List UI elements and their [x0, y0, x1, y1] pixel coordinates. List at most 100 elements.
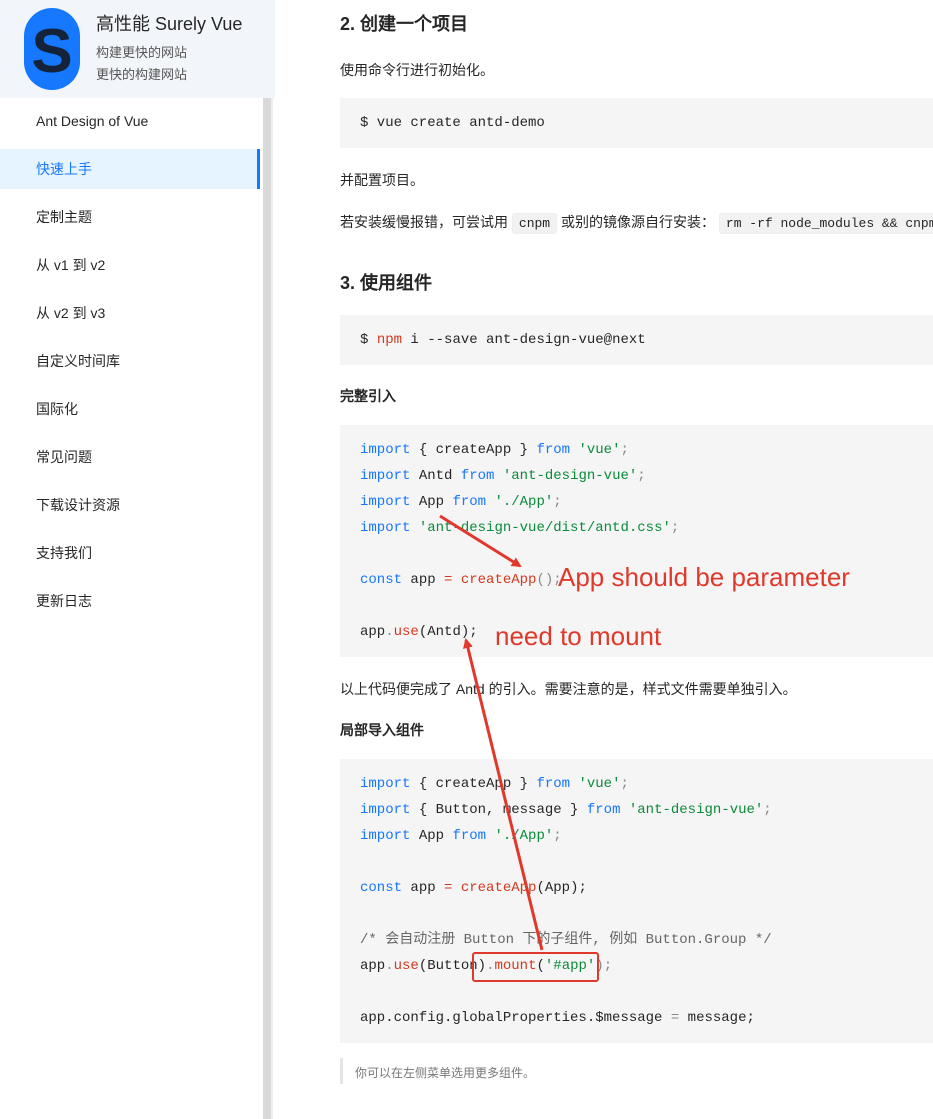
code-line: app.config.globalProperties.$message = m… [360, 1008, 755, 1028]
token: 'ant-design-vue' [628, 802, 764, 818]
token: const [360, 880, 403, 896]
sidebar-scrollbar[interactable] [263, 98, 271, 1119]
code-line: const app = createApp(App); [360, 878, 587, 898]
token: from [460, 468, 495, 484]
code-prompt: $ [360, 332, 377, 348]
token: 'vue' [578, 442, 621, 458]
token: '#app' [544, 958, 596, 974]
token: ; [620, 776, 629, 792]
token: ; [620, 442, 629, 458]
paragraph-full-done: 以上代码便完成了 Antd 的引入。需要注意的是，样式文件需要单独引入。 [340, 681, 797, 697]
heading-use-component: 3. 使用组件 [340, 273, 433, 293]
token: from [586, 802, 621, 818]
token: app [402, 572, 445, 588]
sidebar-divider [271, 98, 273, 1119]
code-line: import Antd from 'ant-design-vue'; [360, 466, 646, 486]
sidebar-item-custom-date-library[interactable]: 自定义时间库 [0, 341, 260, 381]
paragraph-mirror: 若安装缓慢报错，可尝试用 cnpm 或别的镜像源自行安装： rm -rf nod… [340, 212, 933, 234]
surely-vue-logo[interactable]: S [24, 8, 80, 90]
code-line: const app = createApp(); [360, 570, 562, 590]
token: Antd [410, 468, 461, 484]
code-npm: npm [376, 332, 403, 348]
paragraph-config: 并配置项目。 [340, 172, 424, 188]
token: . [385, 624, 394, 640]
code-line: import App from './App'; [360, 492, 562, 512]
token: mount [494, 958, 537, 974]
sidebar-item-faq[interactable]: 常见问题 [0, 437, 260, 477]
token: { createApp } [410, 442, 537, 458]
token: createApp [460, 880, 537, 896]
token: app [360, 958, 386, 974]
sidebar-item-v1-to-v2[interactable]: 从 v1 到 v2 [0, 245, 260, 285]
site-title[interactable]: 高性能 Surely Vue [96, 10, 242, 36]
sidebar-item-quick-start[interactable]: 快速上手 [0, 149, 260, 189]
code-line: app.use(Antd); [360, 622, 478, 642]
token: App [410, 494, 453, 510]
token: (App); [536, 880, 587, 896]
code-line: import App from './App'; [360, 826, 562, 846]
logo-letter: S [31, 17, 72, 86]
code-line: $ npm i --save ant-design-vue@next [360, 330, 646, 350]
sidebar-item-support-us[interactable]: 支持我们 [0, 533, 260, 573]
tip-note-text: 你可以在左侧菜单选用更多组件。 [355, 1066, 536, 1080]
sidebar-item-v2-to-v3[interactable]: 从 v2 到 v3 [0, 293, 260, 333]
token: . [385, 958, 394, 974]
code-block-full-import: import { createApp } from 'vue'; import … [340, 425, 933, 657]
inline-code-cnpm: cnpm [511, 213, 558, 234]
heading-create-project: 2. 创建一个项目 [340, 14, 469, 34]
code-line: import { createApp } from 'vue'; [360, 440, 629, 460]
code-line: app.use(Button).mount('#app'); [360, 956, 612, 976]
code-block-install: $ npm i --save ant-design-vue@next [340, 315, 933, 365]
code-line: import { createApp } from 'vue'; [360, 774, 629, 794]
token: app [360, 624, 386, 640]
token: 'ant-design-vue' [502, 468, 638, 484]
token: import [360, 520, 411, 536]
token: { createApp } [410, 776, 537, 792]
token: = [670, 1010, 680, 1026]
token: import [360, 828, 411, 844]
token: './App' [494, 494, 554, 510]
sidebar-item-download-resources[interactable]: 下载设计资源 [0, 485, 260, 525]
tip-note: 你可以在左侧菜单选用更多组件。 [340, 1058, 933, 1084]
code-block-partial-import: import { createApp } from 'vue'; import … [340, 759, 933, 1043]
token: ( [536, 958, 545, 974]
token: ; [763, 802, 772, 818]
token: ; [670, 520, 680, 536]
site-subtitle-1: 构建更快的网站 [96, 45, 188, 60]
token: 'vue' [578, 776, 621, 792]
code-line: import 'ant-design-vue/dist/antd.css'; [360, 518, 679, 538]
main-content: 2. 创建一个项目 使用命令行进行初始化。 $ vue create antd-… [340, 0, 933, 1119]
code-line: $ vue create antd-demo [360, 115, 545, 131]
sidebar-item-customize-theme[interactable]: 定制主题 [0, 197, 260, 237]
sidebar-item-ant-design-of-vue[interactable]: Ant Design of Vue [0, 101, 260, 141]
token: app.config.globalProperties.$message [360, 1010, 671, 1026]
token: import [360, 776, 411, 792]
code-block-create: $ vue create antd-demo [340, 98, 933, 148]
token: from [536, 776, 571, 792]
token: App [410, 828, 453, 844]
sidebar-item-changelog[interactable]: 更新日志 [0, 581, 260, 621]
code-line: import { Button, message } from 'ant-des… [360, 800, 772, 820]
token: message; [679, 1010, 755, 1026]
token: use [393, 624, 419, 640]
token: ; [553, 494, 562, 510]
sidebar-item-i18n[interactable]: 国际化 [0, 389, 260, 429]
paragraph-init: 使用命令行进行初始化。 [340, 62, 494, 78]
token: from [452, 828, 487, 844]
token: createApp [460, 572, 537, 588]
token: const [360, 572, 403, 588]
token: import [360, 468, 411, 484]
inline-code-rm: rm -rf node_modules && cnpm [718, 213, 933, 234]
token: use [393, 958, 419, 974]
token: from [536, 442, 571, 458]
heading-full-import: 完整引入 [340, 388, 396, 404]
token: import [360, 442, 411, 458]
token: 'ant-design-vue/dist/antd.css' [418, 520, 671, 536]
token: (); [536, 572, 562, 588]
code-install-args: i --save ant-design-vue@next [402, 332, 646, 348]
token: app [402, 880, 445, 896]
